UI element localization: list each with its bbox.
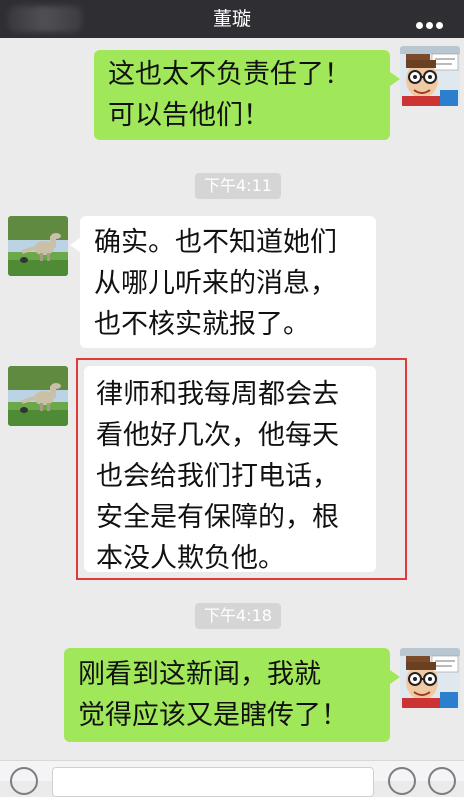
message-line: 觉得应该又是瞎传了！ — [78, 700, 348, 731]
bubble-tail — [390, 670, 400, 684]
message-line: 从哪儿听来的消息， — [94, 268, 337, 299]
bubble-tail — [390, 72, 400, 86]
more-dot-2 — [426, 22, 433, 29]
message-bubble-outgoing[interactable]: 这也太不负责任了！ 可以告他们！ — [94, 50, 400, 140]
bubble-tail — [70, 238, 80, 252]
message-input[interactable] — [52, 767, 374, 797]
message-line: 刚看到这新闻，我就 — [78, 659, 321, 690]
message-line: 可以告他们！ — [108, 100, 270, 131]
timestamp: 下午4:18 — [195, 603, 281, 629]
message-bubble-incoming[interactable]: 确实。也不知道她们 从哪儿听来的消息， 也不核实就报了。 — [70, 216, 376, 348]
more-dot-3 — [436, 22, 443, 29]
more-icon[interactable] — [416, 14, 450, 29]
chat-header: 董璇 — [0, 0, 464, 38]
input-bar — [0, 760, 464, 797]
highlight-frame — [76, 358, 407, 580]
message-line: 这也太不负责任了！ — [108, 59, 351, 90]
chat-title: 董璇 — [212, 8, 251, 30]
plus-icon[interactable] — [428, 767, 456, 795]
message-line: 确实。也不知道她们 — [94, 227, 337, 258]
message-bubble-outgoing[interactable]: 刚看到这新闻，我就 觉得应该又是瞎传了！ — [64, 648, 400, 742]
dinosaur-photo-avatar-icon[interactable] — [8, 216, 68, 276]
timestamp: 下午4:11 — [195, 173, 281, 199]
voice-icon[interactable] — [10, 767, 38, 795]
message-line: 也不核实就报了。 — [94, 309, 310, 340]
emoji-icon[interactable] — [388, 767, 416, 795]
cartoon-glasses-avatar-icon[interactable] — [400, 46, 460, 106]
dinosaur-photo-avatar-icon[interactable] — [8, 366, 68, 426]
cartoon-glasses-avatar-icon[interactable] — [400, 648, 460, 708]
more-dot-1 — [416, 22, 423, 29]
